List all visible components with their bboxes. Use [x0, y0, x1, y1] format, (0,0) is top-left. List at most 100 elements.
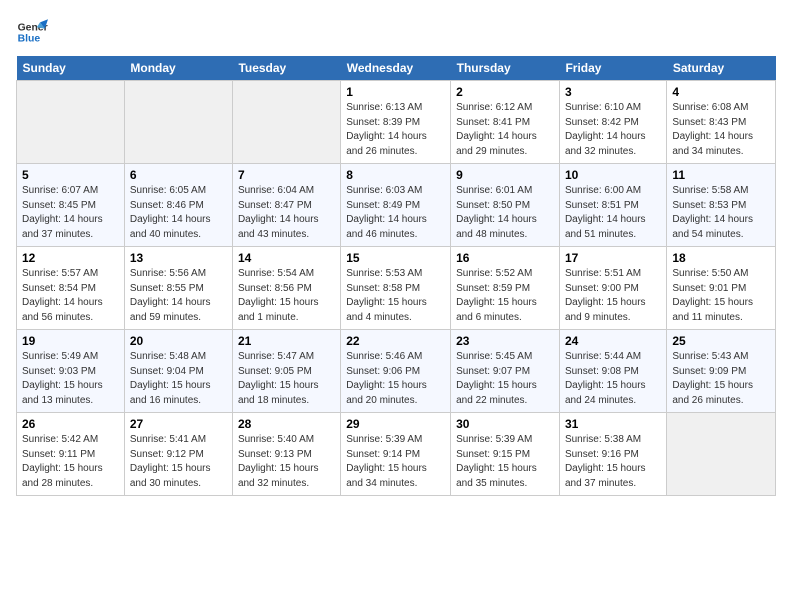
day-info: Sunrise: 5:40 AMSunset: 9:13 PMDaylight:…: [238, 433, 335, 491]
day-number: 9: [456, 168, 554, 182]
calendar-cell: 26 Sunrise: 5:42 AMSunset: 9:11 PMDayligh…: [17, 413, 125, 496]
day-info: Sunrise: 6:01 AMSunset: 8:50 PMDaylight:…: [456, 184, 554, 242]
day-number: 12: [22, 251, 119, 265]
calendar-cell: 8 Sunrise: 6:03 AMSunset: 8:49 PMDaylight…: [341, 164, 451, 247]
day-info: Sunrise: 5:43 AMSunset: 9:09 PMDaylight:…: [672, 350, 770, 408]
day-number: 1: [346, 85, 445, 99]
day-number: 23: [456, 334, 554, 348]
calendar-cell: 24Sunrise: 5:44 AMSunset: 9:08 PMDayligh…: [559, 330, 666, 413]
day-number: 31: [565, 417, 661, 431]
calendar-table: SundayMondayTuesdayWednesdayThursdayFrid…: [16, 56, 776, 496]
weekday-header-saturday: Saturday: [667, 56, 776, 81]
calendar-cell: 20 Sunrise: 5:48 AMSunset: 9:04 PMDayligh…: [124, 330, 232, 413]
day-info: Sunrise: 6:13 AMSunset: 8:39 PMDaylight:…: [346, 101, 445, 159]
weekday-header-wednesday: Wednesday: [341, 56, 451, 81]
calendar-cell: 27 Sunrise: 5:41 AMSunset: 9:12 PMDayligh…: [124, 413, 232, 496]
day-number: 11: [672, 168, 770, 182]
day-number: 13: [130, 251, 227, 265]
day-info: Sunrise: 5:41 AMSunset: 9:12 PMDaylight:…: [130, 433, 227, 491]
calendar-cell: 19 Sunrise: 5:49 AMSunset: 9:03 PMDayligh…: [17, 330, 125, 413]
calendar-cell: 23Sunrise: 5:45 AMSunset: 9:07 PMDayligh…: [451, 330, 560, 413]
day-info: Sunrise: 5:47 AMSunset: 9:05 PMDaylight:…: [238, 350, 335, 408]
calendar-cell: 29 Sunrise: 5:39 AMSunset: 9:14 PMDayligh…: [341, 413, 451, 496]
calendar-week-2: 5 Sunrise: 6:07 AMSunset: 8:45 PMDaylight…: [17, 164, 776, 247]
calendar-cell: 14 Sunrise: 5:54 AMSunset: 8:56 PMDayligh…: [232, 247, 340, 330]
day-number: 10: [565, 168, 661, 182]
calendar-cell: 11Sunrise: 5:58 AMSunset: 8:53 PMDayligh…: [667, 164, 776, 247]
page-header: General Blue: [16, 16, 776, 48]
weekday-header-monday: Monday: [124, 56, 232, 81]
day-number: 22: [346, 334, 445, 348]
day-info: Sunrise: 6:10 AMSunset: 8:42 PMDaylight:…: [565, 101, 661, 159]
calendar-cell: 4 Sunrise: 6:08 AMSunset: 8:43 PMDaylight…: [667, 81, 776, 164]
weekday-header-sunday: Sunday: [17, 56, 125, 81]
calendar-cell: 22Sunrise: 5:46 AMSunset: 9:06 PMDayligh…: [341, 330, 451, 413]
calendar-cell: 15 Sunrise: 5:53 AMSunset: 8:58 PMDayligh…: [341, 247, 451, 330]
day-info: Sunrise: 5:39 AMSunset: 9:14 PMDaylight:…: [346, 433, 445, 491]
day-info: Sunrise: 6:00 AMSunset: 8:51 PMDaylight:…: [565, 184, 661, 242]
day-info: Sunrise: 5:54 AMSunset: 8:56 PMDaylight:…: [238, 267, 335, 325]
calendar-cell: 12 Sunrise: 5:57 AMSunset: 8:54 PMDayligh…: [17, 247, 125, 330]
day-info: Sunrise: 5:48 AMSunset: 9:04 PMDaylight:…: [130, 350, 227, 408]
day-number: 28: [238, 417, 335, 431]
calendar-cell: [232, 81, 340, 164]
calendar-cell: 18 Sunrise: 5:50 AMSunset: 9:01 PMDayligh…: [667, 247, 776, 330]
day-number: 4: [672, 85, 770, 99]
day-info: Sunrise: 5:52 AMSunset: 8:59 PMDaylight:…: [456, 267, 554, 325]
day-info: Sunrise: 5:53 AMSunset: 8:58 PMDaylight:…: [346, 267, 445, 325]
calendar-cell: 7Sunrise: 6:04 AMSunset: 8:47 PMDaylight…: [232, 164, 340, 247]
day-number: 21: [238, 334, 335, 348]
day-number: 16: [456, 251, 554, 265]
calendar-week-4: 19 Sunrise: 5:49 AMSunset: 9:03 PMDayligh…: [17, 330, 776, 413]
weekday-header-friday: Friday: [559, 56, 666, 81]
day-info: Sunrise: 5:57 AMSunset: 8:54 PMDaylight:…: [22, 267, 119, 325]
calendar-cell: 13 Sunrise: 5:56 AMSunset: 8:55 PMDayligh…: [124, 247, 232, 330]
calendar-cell: 1 Sunrise: 6:13 AMSunset: 8:39 PMDaylight…: [341, 81, 451, 164]
day-number: 8: [346, 168, 445, 182]
day-info: Sunrise: 6:07 AMSunset: 8:45 PMDaylight:…: [22, 184, 119, 242]
day-number: 29: [346, 417, 445, 431]
day-info: Sunrise: 5:39 AMSunset: 9:15 PMDaylight:…: [456, 433, 554, 491]
svg-text:Blue: Blue: [18, 34, 41, 45]
calendar-cell: 9 Sunrise: 6:01 AMSunset: 8:50 PMDaylight…: [451, 164, 560, 247]
day-number: 6: [130, 168, 227, 182]
day-info: Sunrise: 5:50 AMSunset: 9:01 PMDaylight:…: [672, 267, 770, 325]
day-number: 17: [565, 251, 661, 265]
calendar-cell: 16 Sunrise: 5:52 AMSunset: 8:59 PMDayligh…: [451, 247, 560, 330]
day-number: 3: [565, 85, 661, 99]
day-number: 7: [238, 168, 335, 182]
day-info: Sunrise: 5:42 AMSunset: 9:11 PMDaylight:…: [22, 433, 119, 491]
logo: General Blue: [16, 16, 44, 48]
day-number: 15: [346, 251, 445, 265]
day-number: 14: [238, 251, 335, 265]
day-number: 26: [22, 417, 119, 431]
calendar-cell: 17 Sunrise: 5:51 AMSunset: 9:00 PMDayligh…: [559, 247, 666, 330]
day-number: 18: [672, 251, 770, 265]
calendar-cell: 25Sunrise: 5:43 AMSunset: 9:09 PMDayligh…: [667, 330, 776, 413]
day-number: 20: [130, 334, 227, 348]
day-number: 5: [22, 168, 119, 182]
calendar-week-1: 1 Sunrise: 6:13 AMSunset: 8:39 PMDaylight…: [17, 81, 776, 164]
day-info: Sunrise: 6:12 AMSunset: 8:41 PMDaylight:…: [456, 101, 554, 159]
day-info: Sunrise: 5:56 AMSunset: 8:55 PMDaylight:…: [130, 267, 227, 325]
weekday-header-thursday: Thursday: [451, 56, 560, 81]
calendar-cell: 28 Sunrise: 5:40 AMSunset: 9:13 PMDayligh…: [232, 413, 340, 496]
calendar-cell: [17, 81, 125, 164]
day-number: 30: [456, 417, 554, 431]
calendar-cell: 2 Sunrise: 6:12 AMSunset: 8:41 PMDaylight…: [451, 81, 560, 164]
day-number: 27: [130, 417, 227, 431]
day-info: Sunrise: 6:08 AMSunset: 8:43 PMDaylight:…: [672, 101, 770, 159]
day-number: 24: [565, 334, 661, 348]
calendar-cell: [124, 81, 232, 164]
calendar-cell: 30 Sunrise: 5:39 AMSunset: 9:15 PMDayligh…: [451, 413, 560, 496]
calendar-week-3: 12 Sunrise: 5:57 AMSunset: 8:54 PMDayligh…: [17, 247, 776, 330]
day-number: 2: [456, 85, 554, 99]
day-info: Sunrise: 5:51 AMSunset: 9:00 PMDaylight:…: [565, 267, 661, 325]
day-info: Sunrise: 5:49 AMSunset: 9:03 PMDaylight:…: [22, 350, 119, 408]
weekday-header-tuesday: Tuesday: [232, 56, 340, 81]
day-info: Sunrise: 6:05 AMSunset: 8:46 PMDaylight:…: [130, 184, 227, 242]
calendar-cell: 31Sunrise: 5:38 AMSunset: 9:16 PMDayligh…: [559, 413, 666, 496]
calendar-cell: 3 Sunrise: 6:10 AMSunset: 8:42 PMDaylight…: [559, 81, 666, 164]
day-info: Sunrise: 6:03 AMSunset: 8:49 PMDaylight:…: [346, 184, 445, 242]
day-number: 19: [22, 334, 119, 348]
